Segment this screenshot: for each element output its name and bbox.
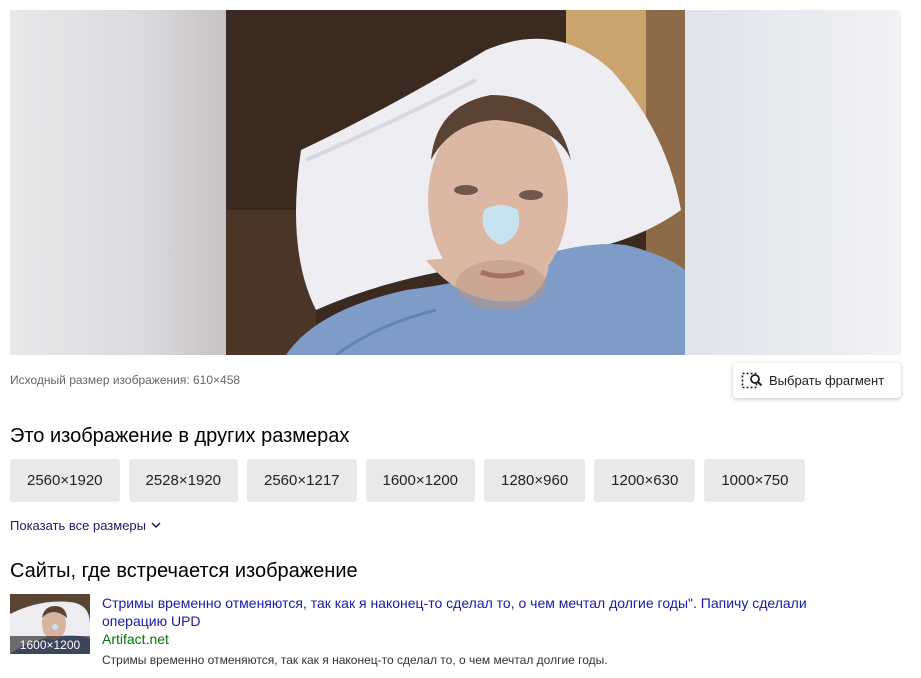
size-option[interactable]: 2560×1920 (10, 459, 120, 502)
site-thumbnail[interactable]: 1600×1200 (10, 594, 90, 654)
preview-photo[interactable] (226, 10, 685, 355)
size-option[interactable]: 1200×630 (594, 459, 696, 502)
size-option[interactable]: 1000×750 (704, 459, 806, 502)
site-domain-link[interactable]: Artifact.net (102, 631, 169, 647)
sites-heading: Сайты, где встречается изображение (10, 560, 358, 582)
size-list: 2560×1920 2528×1920 2560×1217 1600×1200 … (10, 459, 806, 502)
preview-blur-right (685, 10, 901, 355)
select-fragment-label: Выбрать фрагмент (769, 373, 885, 388)
image-preview (10, 10, 901, 355)
site-title-link[interactable]: Стримы временно отменяются, так как я на… (102, 594, 872, 630)
show-all-sizes-label: Показать все размеры (10, 518, 146, 533)
select-fragment-button[interactable]: Выбрать фрагмент (733, 363, 901, 398)
site-list-item: 1600×1200 Стримы временно отменяются, та… (10, 594, 900, 667)
original-size-caption: Исходный размер изображения: 610×458 (10, 373, 241, 387)
select-fragment-icon (741, 372, 763, 388)
site-snippet: Стримы временно отменяются, так как я на… (102, 653, 608, 667)
show-all-sizes-link[interactable]: Показать все размеры (10, 518, 161, 533)
thumbnail-size-badge: 1600×1200 (10, 636, 90, 654)
chevron-down-icon (151, 522, 161, 529)
hospital-selfie-photo (226, 10, 685, 355)
size-option[interactable]: 2528×1920 (128, 459, 238, 502)
size-option[interactable]: 1280×960 (484, 459, 586, 502)
size-option[interactable]: 2560×1217 (247, 459, 357, 502)
preview-blur-left (10, 10, 226, 355)
size-option[interactable]: 1600×1200 (365, 459, 475, 502)
other-sizes-heading: Это изображение в других размерах (10, 425, 350, 447)
